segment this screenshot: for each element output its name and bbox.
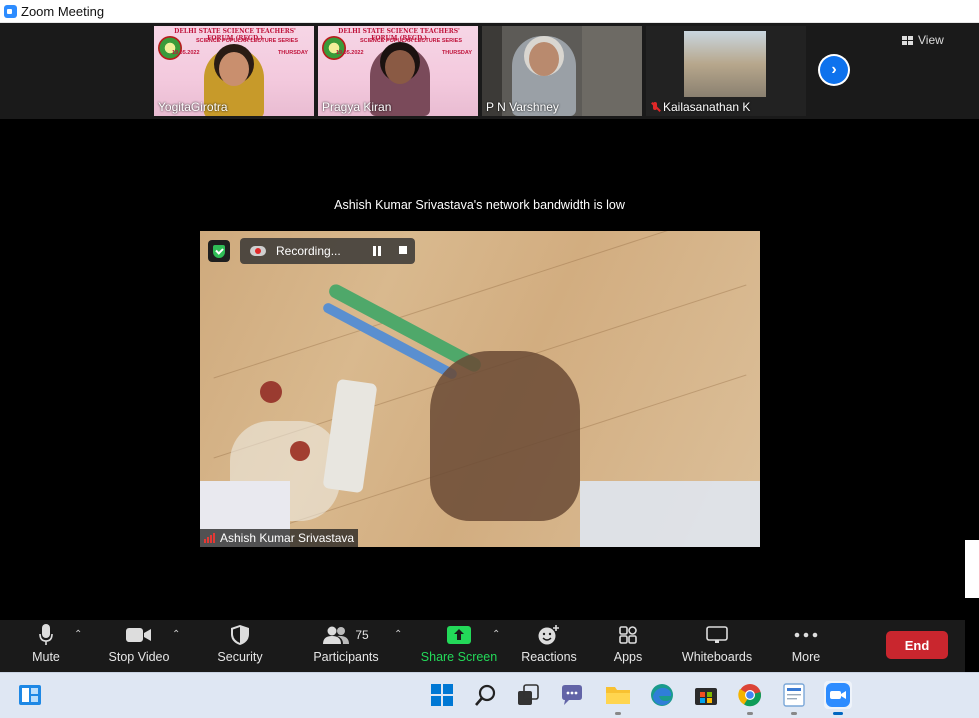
view-label: View	[918, 33, 944, 47]
security-button[interactable]: Security	[212, 624, 268, 670]
participant-name: Pragya Kiran	[322, 100, 392, 114]
shield-icon	[212, 624, 268, 646]
shield-check-icon	[213, 244, 225, 258]
apps-icon	[608, 624, 648, 646]
meeting-toolbar: Mute ⌃ Stop Video ⌃ Security 75 Particip…	[0, 620, 965, 672]
notepad-icon[interactable]	[780, 681, 808, 715]
participants-icon	[323, 626, 350, 644]
more-button[interactable]: More	[786, 624, 826, 670]
poster-day: THURSDAY	[441, 50, 472, 56]
poster-date: 19.05.2022	[336, 50, 364, 56]
forum-seal-icon	[158, 36, 182, 60]
participant-name: Kailasanathan K	[663, 100, 751, 114]
video-options-caret[interactable]: ⌃	[172, 629, 180, 640]
participant-tile-yogita[interactable]: DELHI STATE SCIENCE TEACHERS' FORUM (REG…	[154, 26, 314, 116]
start-icon[interactable]	[428, 681, 456, 709]
weak-signal-icon	[204, 533, 216, 543]
store-icon[interactable]	[692, 681, 720, 709]
window-titlebar: Zoom Meeting	[0, 0, 979, 23]
chat-icon[interactable]	[558, 681, 586, 709]
file-explorer-icon[interactable]	[604, 681, 632, 715]
zoom-icon[interactable]	[824, 681, 852, 715]
grid-icon	[902, 35, 913, 45]
chrome-icon[interactable]	[736, 681, 764, 715]
participants-options-caret[interactable]: ⌃	[394, 629, 402, 640]
recording-label: Recording...	[276, 244, 341, 258]
participant-tile-varshney[interactable]: P N Varshney	[482, 26, 642, 116]
end-meeting-button[interactable]: End	[886, 631, 948, 659]
video-camera-icon	[104, 624, 174, 646]
participant-name: YogitaGirotra	[158, 100, 228, 114]
meeting-area: DELHI STATE SCIENCE TEACHERS' FORUM (REG…	[0, 23, 979, 620]
whiteboards-button[interactable]: Whiteboards	[678, 624, 756, 670]
poster-subtitle: SCIENCE POPULAR LECTURE SERIES	[195, 38, 299, 44]
forum-seal-icon	[322, 36, 346, 60]
more-dots-icon	[786, 624, 826, 646]
participant-tile-pragya[interactable]: DELHI STATE SCIENCE TEACHERS' FORUM (REG…	[318, 26, 478, 116]
window-title: Zoom Meeting	[21, 3, 105, 19]
bandwidth-notice: Ashish Kumar Srivastava's network bandwi…	[334, 198, 625, 212]
cloud-recording-icon	[250, 246, 266, 256]
video-object-sleeve	[580, 481, 760, 547]
mic-muted-icon	[650, 102, 660, 112]
widgets-icon[interactable]	[16, 681, 44, 709]
poster-day: THURSDAY	[277, 50, 308, 56]
stop-recording-button[interactable]	[399, 246, 407, 254]
os-taskbar	[0, 672, 979, 718]
speaker-name: Ashish Kumar Srivastava	[220, 531, 355, 545]
pause-recording-button[interactable]	[372, 246, 382, 256]
participant-strip: DELHI STATE SCIENCE TEACHERS' FORUM (REG…	[0, 23, 979, 119]
poster-subtitle: SCIENCE POPULAR LECTURE SERIES	[359, 38, 463, 44]
view-button[interactable]: View	[902, 33, 944, 47]
whiteboard-icon	[678, 624, 756, 646]
participant-tile-kailasanathan[interactable]: Kailasanathan K	[646, 26, 806, 116]
speaker-name-tag: Ashish Kumar Srivastava	[200, 529, 359, 547]
video-object-hand	[430, 351, 580, 521]
next-page-button[interactable]: ›	[818, 54, 850, 86]
encryption-badge[interactable]	[208, 240, 230, 262]
share-screen-button[interactable]: Share Screen	[420, 624, 498, 670]
task-view-icon[interactable]	[514, 681, 542, 709]
edge-icon[interactable]	[648, 681, 676, 709]
stop-video-button[interactable]: Stop Video	[104, 624, 174, 670]
reactions-button[interactable]: Reactions	[518, 624, 580, 670]
participants-count: 75	[355, 628, 369, 642]
apps-button[interactable]: Apps	[608, 624, 648, 670]
poster-date: 19.05.2022	[172, 50, 200, 56]
recording-indicator: Recording...	[240, 238, 415, 264]
microphone-icon	[24, 624, 68, 646]
search-icon[interactable]	[472, 681, 500, 709]
emoji-add-icon	[518, 624, 580, 646]
share-screen-icon	[420, 624, 498, 646]
participant-avatar-image	[684, 31, 766, 97]
mute-button[interactable]: Mute	[24, 624, 68, 670]
share-options-caret[interactable]: ⌃	[492, 629, 500, 640]
zoom-app-icon	[4, 4, 17, 18]
mute-options-caret[interactable]: ⌃	[74, 629, 82, 640]
video-object-holder	[322, 378, 378, 494]
chevron-right-icon: ›	[820, 56, 848, 84]
participant-name: P N Varshney	[486, 100, 559, 114]
participants-button[interactable]: 75 Participants	[310, 624, 382, 670]
active-speaker-video[interactable]: Recording... Ashish Kumar Srivastava	[200, 231, 760, 547]
